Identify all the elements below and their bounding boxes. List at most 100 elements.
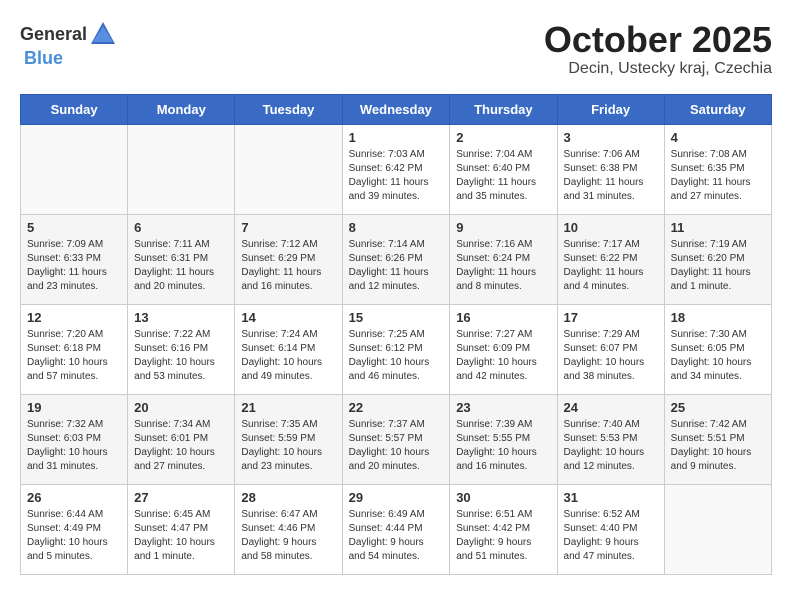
day-info: Sunrise: 7:04 AM Sunset: 6:40 PM Dayligh… (456, 148, 550, 204)
day-number: 14 (241, 310, 335, 325)
day-info: Sunrise: 7:35 AM Sunset: 5:59 PM Dayligh… (241, 418, 335, 474)
day-info: Sunrise: 7:37 AM Sunset: 5:57 PM Dayligh… (349, 418, 444, 474)
calendar-week-row: 12 Sunrise: 7:20 AM Sunset: 6:18 PM Dayli… (21, 304, 772, 394)
logo-icon (89, 20, 117, 48)
day-number: 1 (349, 130, 444, 145)
day-number: 19 (27, 400, 121, 415)
calendar-cell: 14 Sunrise: 7:24 AM Sunset: 6:14 PM Dayli… (235, 304, 342, 394)
calendar-cell: 24 Sunrise: 7:40 AM Sunset: 5:53 PM Dayli… (557, 394, 664, 484)
calendar-cell: 2 Sunrise: 7:04 AM Sunset: 6:40 PM Daylig… (450, 124, 557, 214)
calendar-cell: 20 Sunrise: 7:34 AM Sunset: 6:01 PM Dayli… (128, 394, 235, 484)
day-info: Sunrise: 6:47 AM Sunset: 4:46 PM Dayligh… (241, 508, 335, 564)
calendar-cell: 21 Sunrise: 7:35 AM Sunset: 5:59 PM Dayli… (235, 394, 342, 484)
day-info: Sunrise: 7:22 AM Sunset: 6:16 PM Dayligh… (134, 328, 228, 384)
weekday-header: Sunday (21, 94, 128, 124)
calendar-cell: 4Sunrise: 7:08 AM Sunset: 6:35 PM Daylig… (664, 124, 771, 214)
calendar-cell: 7Sunrise: 7:12 AM Sunset: 6:29 PM Daylig… (235, 214, 342, 304)
day-info: Sunrise: 7:08 AM Sunset: 6:35 PM Dayligh… (671, 148, 765, 204)
day-number: 5 (27, 220, 121, 235)
calendar-cell: 1 Sunrise: 7:03 AM Sunset: 6:42 PM Daylig… (342, 124, 450, 214)
day-number: 11 (671, 220, 765, 235)
day-info: Sunrise: 7:03 AM Sunset: 6:42 PM Dayligh… (349, 148, 444, 204)
day-number: 8 (349, 220, 444, 235)
calendar-cell: 15 Sunrise: 7:25 AM Sunset: 6:12 PM Dayli… (342, 304, 450, 394)
day-info: Sunrise: 6:45 AM Sunset: 4:47 PM Dayligh… (134, 508, 228, 564)
calendar-cell: 8 Sunrise: 7:14 AM Sunset: 6:26 PM Daylig… (342, 214, 450, 304)
weekday-header: Saturday (664, 94, 771, 124)
day-number: 16 (456, 310, 550, 325)
calendar-cell (128, 124, 235, 214)
day-number: 24 (564, 400, 658, 415)
day-number: 22 (349, 400, 444, 415)
day-info: Sunrise: 7:20 AM Sunset: 6:18 PM Dayligh… (27, 328, 121, 384)
calendar-cell: 3Sunrise: 7:06 AM Sunset: 6:38 PM Daylig… (557, 124, 664, 214)
day-number: 12 (27, 310, 121, 325)
calendar-cell (235, 124, 342, 214)
weekday-header: Thursday (450, 94, 557, 124)
calendar-week-row: 5 Sunrise: 7:09 AM Sunset: 6:33 PM Daylig… (21, 214, 772, 304)
day-number: 18 (671, 310, 765, 325)
day-info: Sunrise: 7:29 AM Sunset: 6:07 PM Dayligh… (564, 328, 658, 384)
day-info: Sunrise: 7:17 AM Sunset: 6:22 PM Dayligh… (564, 238, 658, 294)
calendar-cell: 27 Sunrise: 6:45 AM Sunset: 4:47 PM Dayli… (128, 484, 235, 574)
day-info: Sunrise: 7:16 AM Sunset: 6:24 PM Dayligh… (456, 238, 550, 294)
day-number: 23 (456, 400, 550, 415)
calendar-table: SundayMondayTuesdayWednesdayThursdayFrid… (20, 94, 772, 575)
day-info: Sunrise: 6:51 AM Sunset: 4:42 PM Dayligh… (456, 508, 550, 564)
calendar-cell: 26Sunrise: 6:44 AM Sunset: 4:49 PM Dayli… (21, 484, 128, 574)
weekday-header: Tuesday (235, 94, 342, 124)
day-info: Sunrise: 7:19 AM Sunset: 6:20 PM Dayligh… (671, 238, 765, 294)
day-number: 17 (564, 310, 658, 325)
day-info: Sunrise: 7:09 AM Sunset: 6:33 PM Dayligh… (27, 238, 121, 294)
weekday-header: Friday (557, 94, 664, 124)
day-number: 21 (241, 400, 335, 415)
calendar-subtitle: Decin, Ustecky kraj, Czechia (544, 60, 772, 78)
calendar-week-row: 19Sunrise: 7:32 AM Sunset: 6:03 PM Dayli… (21, 394, 772, 484)
day-info: Sunrise: 7:40 AM Sunset: 5:53 PM Dayligh… (564, 418, 658, 474)
day-number: 28 (241, 490, 335, 505)
day-number: 9 (456, 220, 550, 235)
calendar-week-row: 26Sunrise: 6:44 AM Sunset: 4:49 PM Dayli… (21, 484, 772, 574)
calendar-cell: 10 Sunrise: 7:17 AM Sunset: 6:22 PM Dayli… (557, 214, 664, 304)
calendar-cell: 22 Sunrise: 7:37 AM Sunset: 5:57 PM Dayli… (342, 394, 450, 484)
calendar-cell: 19Sunrise: 7:32 AM Sunset: 6:03 PM Dayli… (21, 394, 128, 484)
day-number: 27 (134, 490, 228, 505)
day-info: Sunrise: 7:39 AM Sunset: 5:55 PM Dayligh… (456, 418, 550, 474)
calendar-cell (664, 484, 771, 574)
calendar-cell: 30 Sunrise: 6:51 AM Sunset: 4:42 PM Dayli… (450, 484, 557, 574)
day-number: 10 (564, 220, 658, 235)
day-number: 26 (27, 490, 121, 505)
day-number: 31 (564, 490, 658, 505)
day-info: Sunrise: 7:27 AM Sunset: 6:09 PM Dayligh… (456, 328, 550, 384)
day-number: 20 (134, 400, 228, 415)
day-number: 2 (456, 130, 550, 145)
calendar-cell (21, 124, 128, 214)
calendar-cell: 25Sunrise: 7:42 AM Sunset: 5:51 PM Dayli… (664, 394, 771, 484)
day-info: Sunrise: 7:14 AM Sunset: 6:26 PM Dayligh… (349, 238, 444, 294)
day-info: Sunrise: 7:24 AM Sunset: 6:14 PM Dayligh… (241, 328, 335, 384)
calendar-title: October 2025 (544, 20, 772, 60)
header-row: SundayMondayTuesdayWednesdayThursdayFrid… (21, 94, 772, 124)
page-header: General Blue October 2025 Decin, Ustecky… (20, 20, 772, 78)
day-number: 13 (134, 310, 228, 325)
calendar-cell: 31Sunrise: 6:52 AM Sunset: 4:40 PM Dayli… (557, 484, 664, 574)
title-block: October 2025 Decin, Ustecky kraj, Czechi… (544, 20, 772, 78)
calendar-cell: 5 Sunrise: 7:09 AM Sunset: 6:33 PM Daylig… (21, 214, 128, 304)
calendar-cell: 6 Sunrise: 7:11 AM Sunset: 6:31 PM Daylig… (128, 214, 235, 304)
day-info: Sunrise: 7:42 AM Sunset: 5:51 PM Dayligh… (671, 418, 765, 474)
calendar-cell: 17 Sunrise: 7:29 AM Sunset: 6:07 PM Dayli… (557, 304, 664, 394)
day-number: 15 (349, 310, 444, 325)
calendar-cell: 28 Sunrise: 6:47 AM Sunset: 4:46 PM Dayli… (235, 484, 342, 574)
logo-general: General (20, 24, 87, 45)
day-info: Sunrise: 7:06 AM Sunset: 6:38 PM Dayligh… (564, 148, 658, 204)
day-info: Sunrise: 7:34 AM Sunset: 6:01 PM Dayligh… (134, 418, 228, 474)
day-number: 30 (456, 490, 550, 505)
day-info: Sunrise: 7:11 AM Sunset: 6:31 PM Dayligh… (134, 238, 228, 294)
calendar-cell: 18Sunrise: 7:30 AM Sunset: 6:05 PM Dayli… (664, 304, 771, 394)
day-number: 6 (134, 220, 228, 235)
day-info: Sunrise: 7:12 AM Sunset: 6:29 PM Dayligh… (241, 238, 335, 294)
day-info: Sunrise: 6:49 AM Sunset: 4:44 PM Dayligh… (349, 508, 444, 564)
calendar-cell: 29Sunrise: 6:49 AM Sunset: 4:44 PM Dayli… (342, 484, 450, 574)
day-info: Sunrise: 7:25 AM Sunset: 6:12 PM Dayligh… (349, 328, 444, 384)
weekday-header: Wednesday (342, 94, 450, 124)
